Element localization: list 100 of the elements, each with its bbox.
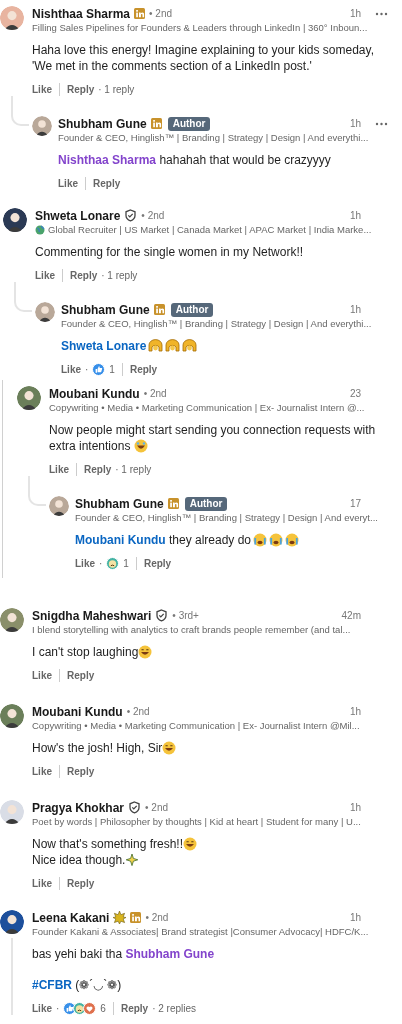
comment-text: Nice idea though. bbox=[32, 852, 388, 868]
reply-button[interactable]: Reply bbox=[67, 81, 95, 97]
avatar[interactable] bbox=[0, 800, 24, 824]
author-name[interactable]: Shweta Lonare bbox=[35, 206, 121, 225]
comment-text: Now people might start sending you connection requests with extra intentions bbox=[49, 422, 377, 454]
timestamp: 17 bbox=[349, 497, 361, 511]
avatar[interactable] bbox=[0, 910, 24, 934]
thread-connector bbox=[11, 96, 29, 126]
replies-link[interactable]: · 1 reply bbox=[98, 81, 135, 97]
avatar[interactable] bbox=[17, 386, 41, 410]
avatar[interactable] bbox=[0, 704, 24, 728]
reaction-count: 1 bbox=[123, 556, 129, 571]
comment-text: Now that's something fresh!! bbox=[32, 836, 388, 852]
timestamp: 42m bbox=[341, 609, 361, 623]
replies-link[interactable]: · 1 reply bbox=[101, 267, 138, 283]
comment-text: #CFBR (❁´◡`❁) bbox=[32, 977, 123, 993]
mention-link[interactable]: Nishthaa Sharma bbox=[58, 153, 157, 167]
hashtag-link[interactable]: #CFBR bbox=[32, 978, 72, 992]
author-name[interactable]: Shubham Gune bbox=[58, 114, 147, 133]
replies-link[interactable]: · 2 replies bbox=[152, 1000, 197, 1016]
reply-button[interactable]: Reply bbox=[120, 1000, 149, 1016]
author-headline: Poet by words | Philosopher by thoughts | Kid at heart | Student for many | U... bbox=[32, 816, 361, 828]
author-headline: Filling Sales Pipelines for Founders & Leaders through LinkedIn | 360° Inboun... bbox=[32, 22, 368, 34]
author-headline: Copywriting • Media • Marketing Communication | Ex- Journalist Intern @... bbox=[49, 402, 365, 414]
timestamp: 1h bbox=[349, 303, 361, 317]
separator-dot: · bbox=[56, 1001, 60, 1016]
separator-dot: · bbox=[99, 556, 103, 571]
crying-face-icon bbox=[285, 533, 300, 547]
reply-button[interactable]: Reply bbox=[143, 555, 172, 571]
author-name[interactable]: Snigdha Maheshwari bbox=[32, 606, 152, 625]
timestamp: 1h bbox=[349, 801, 361, 815]
author-name[interactable]: Shubham Gune bbox=[75, 494, 164, 513]
raised-hands-icon bbox=[165, 339, 181, 352]
like-button[interactable]: Like bbox=[32, 763, 52, 779]
avatar[interactable] bbox=[3, 208, 27, 232]
author-tag: Author bbox=[170, 302, 214, 317]
avatar[interactable] bbox=[35, 302, 55, 322]
grinning-face-icon bbox=[138, 645, 153, 659]
mention-link[interactable]: Shubham Gune bbox=[125, 947, 215, 961]
connection-degree: • 2nd bbox=[126, 705, 150, 719]
author-headline: Global Recruiter | US Market | Canada Market | APAC Market | India Marke... bbox=[48, 224, 372, 236]
timestamp: 1h bbox=[349, 7, 361, 21]
like-button[interactable]: Like bbox=[35, 267, 55, 283]
author-name[interactable]: Nishthaa Sharma bbox=[32, 4, 131, 23]
author-tag: Author bbox=[167, 116, 211, 131]
author-name[interactable]: Moubani Kundu bbox=[32, 702, 123, 721]
reply-button[interactable]: Reply bbox=[129, 361, 158, 377]
mention-link[interactable]: Moubani Kundu bbox=[75, 533, 166, 547]
like-button[interactable]: Like bbox=[58, 175, 78, 191]
timestamp: 23 bbox=[349, 387, 361, 401]
like-button[interactable]: Like bbox=[49, 461, 69, 477]
timestamp: 1h bbox=[349, 911, 361, 925]
timestamp: 1h bbox=[349, 209, 361, 223]
comment-text: Moubani Kundu they already do bbox=[75, 532, 388, 548]
thread-connector bbox=[28, 476, 46, 506]
author-headline: Copywriting • Media • Marketing Communication | Ex- Journalist Intern @Mil... bbox=[32, 720, 360, 732]
comment-text: I can't stop laughing bbox=[32, 644, 388, 660]
author-headline: I blend storytelling with analytics to craft brands people remember (and tal... bbox=[32, 624, 351, 636]
like-button[interactable]: Like bbox=[32, 81, 52, 97]
replies-link[interactable]: · 1 reply bbox=[115, 461, 152, 477]
avatar[interactable] bbox=[49, 496, 69, 516]
grinning-face-icon bbox=[183, 837, 198, 851]
connection-degree: • 2nd bbox=[149, 7, 172, 21]
author-headline: Founder & CEO, Hinglish™ | Branding | Strategy | Design | And everyt... bbox=[75, 512, 378, 524]
like-button[interactable]: Like bbox=[32, 1000, 52, 1016]
comment-text: How's the josh! High, Sir bbox=[32, 740, 388, 756]
avatar[interactable] bbox=[32, 116, 52, 136]
more-icon[interactable] bbox=[375, 121, 388, 126]
reply-button[interactable]: Reply bbox=[93, 175, 121, 191]
like-button[interactable]: Like bbox=[61, 361, 81, 377]
connection-degree: • 2nd bbox=[145, 911, 169, 925]
author-name[interactable]: Pragya Khokhar bbox=[32, 798, 125, 817]
crying-face-icon bbox=[253, 533, 268, 547]
like-button[interactable]: Like bbox=[75, 555, 95, 571]
comment-text: Haha love this energy! Imagine explaining to your kids someday, 'We met in the comments section of a LinkedIn post.' bbox=[32, 42, 375, 74]
laughing-face-icon bbox=[134, 439, 149, 453]
more-icon[interactable] bbox=[375, 11, 388, 16]
mention-link[interactable]: Shweta Lonare bbox=[61, 339, 147, 353]
author-headline: Founder & CEO, Hinglish™ | Branding | Strategy | Design | And everythi... bbox=[58, 132, 369, 144]
avatar[interactable] bbox=[0, 6, 24, 30]
like-button[interactable]: Like bbox=[32, 875, 52, 891]
connection-degree: • 2nd bbox=[141, 209, 165, 223]
avatar[interactable] bbox=[0, 608, 24, 632]
comment-text: bas yehi baki tha Shubham Gune bbox=[32, 946, 216, 962]
reaction-count: 1 bbox=[109, 362, 115, 377]
reply-button[interactable]: Reply bbox=[67, 667, 95, 683]
author-name[interactable]: Moubani Kundu bbox=[49, 384, 140, 403]
reaction-count: 6 bbox=[100, 1001, 106, 1016]
author-headline: Founder Kakani & Associates| Brand strategist |Consumer Advocacy| HDFC/K... bbox=[32, 926, 369, 938]
author-name[interactable]: Shubham Gune bbox=[61, 300, 150, 319]
author-name[interactable]: Leena Kakani bbox=[32, 908, 110, 927]
reply-button[interactable]: Reply bbox=[84, 461, 112, 477]
reply-button[interactable]: Reply bbox=[70, 267, 98, 283]
reply-button[interactable]: Reply bbox=[67, 763, 95, 779]
comment-text: Commenting for the single women in my Network!! bbox=[35, 244, 305, 260]
author-tag: Author bbox=[184, 496, 228, 511]
comment-text: Nishthaa Sharma hahahah that would be crazyyyy bbox=[58, 152, 332, 168]
reply-button[interactable]: Reply bbox=[67, 875, 95, 891]
like-button[interactable]: Like bbox=[32, 667, 52, 683]
author-headline: Founder & CEO, Hinglish™ | Branding | Strategy | Design | And everythi... bbox=[61, 318, 372, 330]
